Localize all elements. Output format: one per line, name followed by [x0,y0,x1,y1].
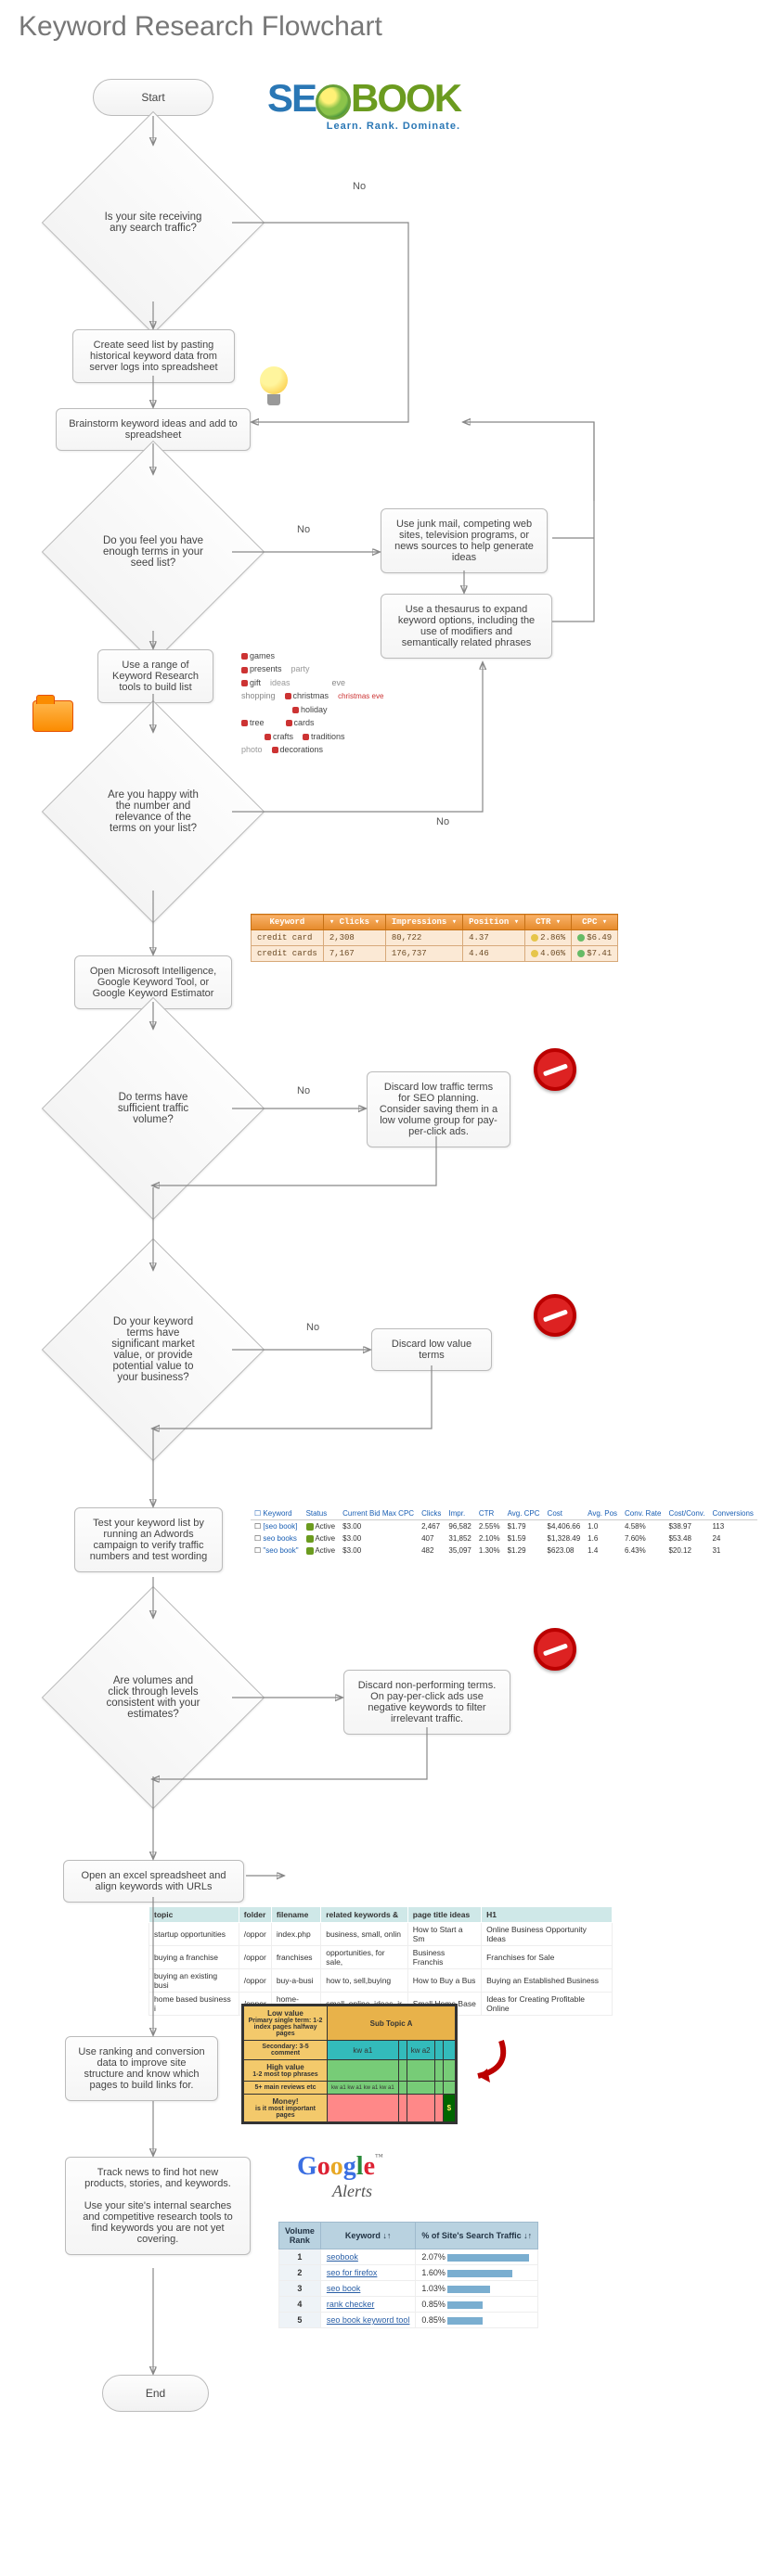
decision-traffic: Is your site receiving any search traffi… [74,144,232,301]
table-row: 2seo for firefox1.60% [279,2265,538,2281]
table-row: ☐ [seo book] Active$3.002,46796,5822.55%… [251,1520,757,1533]
process-ranking-conversion: Use ranking and conversion data to impro… [65,2036,218,2101]
table-row: 4rank checker0.85% [279,2297,538,2313]
subtopic-grid: Low valuePrimary single term: 1-2 index … [241,2004,458,2124]
lightbulb-icon [260,366,288,405]
table-row: 3seo book1.03% [279,2281,538,2297]
table-row: ☐ seo books Active$3.0040731,8522.10%$1.… [251,1532,757,1544]
process-discard-low-value: Discard low value terms [371,1328,492,1371]
process-junk-mail: Use junk mail, competing web sites, tele… [381,508,548,573]
edge-no: No [306,1322,319,1333]
keyword-metrics-table: Keyword▾ Clicks ▾ Impressions ▾Position … [251,914,618,962]
process-adwords-test: Test your keyword list by running an Adw… [74,1507,223,1572]
process-seed-list: Create seed list by pasting historical k… [72,329,235,383]
stop-icon [534,1048,576,1091]
table-row: credit card2,308 80,7224.37 2.86% $6.49 [252,930,618,946]
end-node: End [102,2375,209,2412]
edge-no: No [297,1085,310,1096]
table-row: ☐ "seo book" Active$3.0048235,0971.30%$1… [251,1544,757,1557]
process-discard-low-traffic: Discard low traffic terms for SEO planni… [367,1071,510,1147]
edge-no: No [297,524,310,535]
stop-icon [534,1294,576,1337]
table-row: credit cards7,167 176,7374.46 4.06% $7.4… [252,946,618,962]
process-kw-tools: Use a range of Keyword Research tools to… [97,649,213,703]
decision-traffic-volume: Do terms have sufficient traffic volume? [74,1030,232,1187]
excel-align-table: topicfolderfilenamerelated keywords &pag… [149,1906,613,2016]
stop-icon [534,1628,576,1671]
edge-no: No [353,181,366,192]
process-track-news: Track news to find hot new products, sto… [65,2157,251,2255]
search-traffic-table: Volume RankKeyword ↓↑% of Site's Search … [278,2222,538,2328]
process-excel-align: Open an excel spreadsheet and align keyw… [63,1860,244,1903]
decision-market-value: Do your keyword terms have significant m… [74,1271,232,1429]
process-discard-nonperforming: Discard non-performing terms. On pay-per… [343,1670,510,1735]
curve-arrow-icon [455,2031,510,2087]
table-row: startup opportunities/opporindex.phpbusi… [149,1923,613,1946]
flowchart-canvas: Keyword Research Flowchart SEBOOK Learn.… [0,0,762,2576]
seobook-logo: SEBOOK Learn. Rank. Dominate. [267,76,460,132]
folder-icon [32,700,73,732]
table-row: buying an existing busi/opporbuy-a-busih… [149,1969,613,1993]
keyword-cloud: games presentsparty giftideaseve shoppin… [237,649,464,757]
table-row: 1seobook2.07% [279,2249,538,2265]
page-title: Keyword Research Flowchart [19,11,382,43]
edge-no: No [436,816,449,827]
decision-volumes-ctr: Are volumes and click through levels con… [74,1619,232,1776]
table-row: buying a franchise/opporfranchisesopport… [149,1946,613,1969]
adwords-table: ☐ KeywordStatus Current Bid Max CPCClick… [251,1507,757,1557]
google-alerts-logo: Google™ Alerts [297,2152,383,2201]
table-row: 5seo book keyword tool0.85% [279,2313,538,2328]
decision-enough-terms: Do you feel you have enough terms in you… [74,473,232,631]
decision-happy-list: Are you happy with the number and releva… [74,733,232,891]
